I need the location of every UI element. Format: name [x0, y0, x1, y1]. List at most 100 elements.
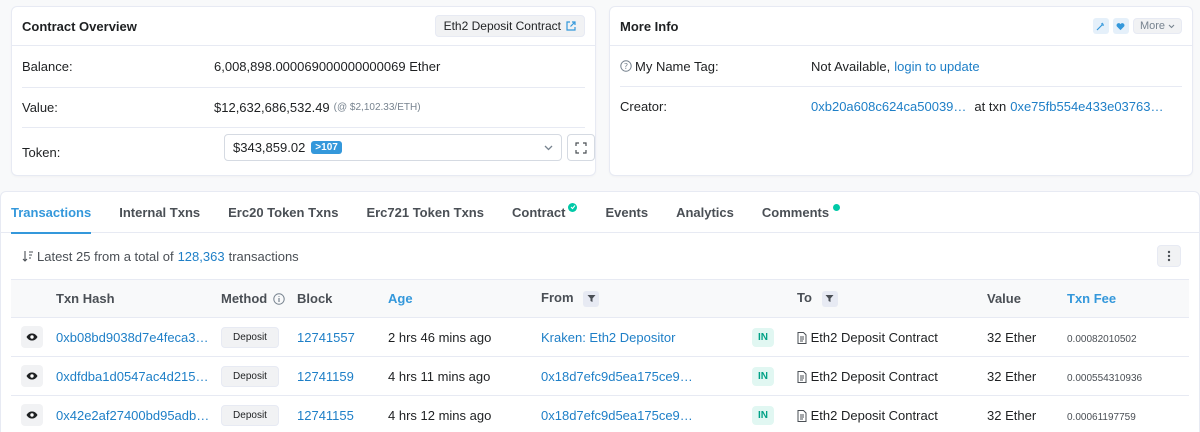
- name-tag-label: My Name Tag:: [635, 58, 719, 74]
- to-address-text[interactable]: Eth2 Deposit Contract: [811, 369, 938, 384]
- to-address-text[interactable]: Eth2 Deposit Contract: [811, 408, 938, 423]
- contract-overview-card: Contract Overview Eth2 Deposit Contract …: [11, 6, 596, 176]
- transactions-card: Transactions Internal Txns Erc20 Token T…: [0, 191, 1200, 432]
- tab-comments-label: Comments: [761, 204, 830, 220]
- summary-bar: Latest 25 from a total of 128,363 transa…: [1, 233, 1199, 279]
- preview-button[interactable]: [21, 326, 43, 348]
- info-icon[interactable]: [273, 293, 285, 305]
- preview-button[interactable]: [21, 404, 43, 426]
- age-text: 4 hrs 11 mins ago: [388, 368, 491, 384]
- tab-transactions[interactable]: Transactions: [11, 192, 92, 234]
- header-value: Value: [987, 279, 1067, 318]
- creator-label: Creator:: [620, 98, 667, 114]
- more-dropdown-button[interactable]: More: [1132, 18, 1182, 34]
- from-address-link[interactable]: 0x18d7efc9d5ea175ce9…: [541, 369, 693, 384]
- help-icon: ?: [620, 60, 632, 72]
- tab-comments[interactable]: Comments: [761, 192, 841, 233]
- creator-row: Creator: 0xb20a608c624ca50039… at txn 0x…: [620, 87, 1182, 125]
- txn-hash-link[interactable]: 0xb08bd9038d7e4feca3…: [56, 330, 209, 345]
- name-tag-value: Not Available,: [811, 58, 891, 74]
- value-rate: (@ $2,102.33/ETH): [333, 102, 421, 113]
- header-direction-column: [752, 279, 797, 318]
- tab-erc20-token-txns[interactable]: Erc20 Token Txns: [228, 192, 338, 233]
- header-age[interactable]: Age: [388, 279, 541, 318]
- txn-hash-link[interactable]: 0xdfdba1d0547ac4d215…: [56, 369, 209, 384]
- header-txn-hash: Txn Hash: [56, 279, 221, 318]
- method-badge: Deposit: [221, 326, 279, 348]
- value-text: 32 Ether: [987, 368, 1037, 384]
- value-row: Value: $12,632,686,532.49 (@ $2,102.33/E…: [22, 88, 585, 128]
- age-text: 2 hrs 46 mins ago: [388, 329, 492, 345]
- total-transactions-link[interactable]: 128,363: [178, 249, 225, 264]
- tab-contract-label: Contract: [511, 204, 566, 220]
- direction-badge: IN: [752, 405, 774, 425]
- age-text: 4 hrs 12 mins ago: [388, 407, 492, 423]
- token-row: Token: $343,859.02 >107: [22, 128, 595, 176]
- from-address-link[interactable]: Kraken: Eth2 Depositor: [541, 330, 675, 345]
- block-link[interactable]: 12741155: [297, 408, 354, 423]
- direction-badge: IN: [752, 366, 774, 386]
- value-text: 32 Ether: [987, 329, 1037, 345]
- chevron-down-icon: [1168, 24, 1175, 28]
- to-address-text[interactable]: Eth2 Deposit Contract: [811, 330, 938, 345]
- expand-token-button[interactable]: [567, 134, 595, 161]
- external-link-icon: [566, 21, 576, 31]
- token-count-badge: >107: [311, 141, 342, 154]
- header-txn-fee[interactable]: Txn Fee: [1067, 279, 1189, 318]
- eye-icon: [26, 372, 38, 380]
- filter-icon: [825, 295, 834, 303]
- txn-hash-link[interactable]: 0x42e2af27400bd95adb…: [56, 408, 209, 423]
- creator-at-text: at txn: [974, 98, 1007, 114]
- to-filter-button[interactable]: [821, 290, 838, 307]
- new-comments-dot-icon: [833, 203, 841, 211]
- options-button[interactable]: [1157, 245, 1181, 267]
- name-tag-row: ? My Name Tag: Not Available, login to u…: [620, 46, 1182, 87]
- preview-button[interactable]: [21, 365, 43, 387]
- block-link[interactable]: 12741557: [297, 330, 355, 345]
- verified-check-icon: [568, 202, 578, 212]
- more-label: More: [1139, 20, 1165, 32]
- table-row: 0x42e2af27400bd95adb… Deposit 12741155 4…: [11, 395, 1189, 432]
- tab-internal-txns[interactable]: Internal Txns: [119, 192, 200, 233]
- tab-erc721-token-txns[interactable]: Erc721 Token Txns: [366, 192, 484, 233]
- table-row: 0xdfdba1d0547ac4d215… Deposit 12741159 4…: [11, 356, 1189, 396]
- contract-overview-title: Contract Overview: [22, 18, 137, 34]
- row-eye-cell: [11, 356, 56, 396]
- tab-events[interactable]: Events: [605, 192, 648, 233]
- header-method: Method: [221, 279, 297, 318]
- tab-analytics[interactable]: Analytics: [676, 192, 734, 233]
- tab-contract[interactable]: Contract: [511, 192, 578, 233]
- method-badge: Deposit: [221, 404, 279, 426]
- eye-icon: [26, 333, 38, 341]
- header-to-label: To: [797, 290, 812, 306]
- value-amount: $12,632,686,532.49: [214, 100, 330, 115]
- more-info-header: More Info More: [610, 7, 1192, 46]
- svg-text:?: ?: [624, 62, 628, 71]
- heart-icon: [1116, 22, 1125, 30]
- tab-bar: Transactions Internal Txns Erc20 Token T…: [1, 192, 1199, 234]
- txn-fee-text: 0.00061197759: [1067, 411, 1136, 423]
- txn-fee-text: 0.00082010502: [1067, 333, 1137, 345]
- from-filter-button[interactable]: [583, 290, 600, 307]
- contract-overview-header: Contract Overview Eth2 Deposit Contract: [12, 7, 595, 46]
- header-method-label: Method: [221, 291, 268, 306]
- table-row: 0xb08bd9038d7e4feca3… Deposit 12741557 2…: [11, 317, 1189, 357]
- creator-txn-link[interactable]: 0xe75fb554e433e03763…: [1010, 99, 1163, 114]
- summary-suffix: transactions: [228, 248, 299, 264]
- table-header-row: Txn Hash Method Block Age From To Value …: [11, 279, 1189, 318]
- balance-row: Balance: 6,008,898.000069000000000069 Et…: [22, 46, 585, 88]
- txn-fee-text: 0.000554310936: [1067, 372, 1143, 384]
- from-address-link[interactable]: 0x18d7efc9d5ea175ce9…: [541, 408, 693, 423]
- chevron-down-icon: [544, 145, 553, 150]
- contract-tag-button[interactable]: Eth2 Deposit Contract: [434, 15, 585, 37]
- contract-file-icon: [797, 331, 807, 344]
- vertical-dots-icon: [1167, 250, 1171, 262]
- creator-address-link[interactable]: 0xb20a608c624ca50039…: [811, 99, 966, 114]
- header-to: To: [797, 279, 987, 318]
- method-badge: Deposit: [221, 365, 279, 387]
- favorite-button[interactable]: [1112, 18, 1129, 34]
- login-to-update-link[interactable]: login to update: [894, 59, 979, 74]
- block-link[interactable]: 12741159: [297, 369, 354, 384]
- wand-button[interactable]: [1092, 18, 1109, 34]
- token-dropdown[interactable]: $343,859.02 >107: [224, 134, 562, 161]
